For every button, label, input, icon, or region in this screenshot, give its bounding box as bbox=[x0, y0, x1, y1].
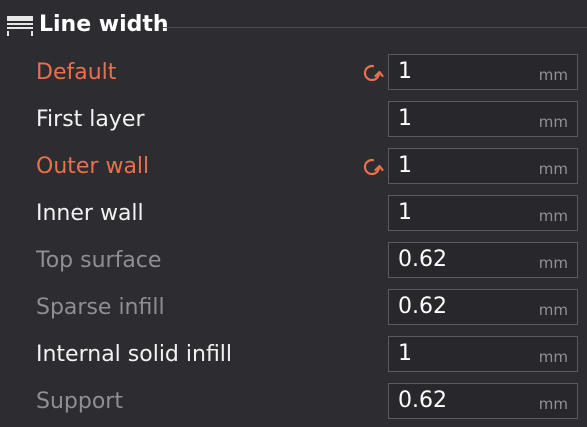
setting-row-default: Default 1 mm bbox=[0, 52, 587, 98]
setting-row-first-layer: First layer 1 mm bbox=[0, 99, 587, 145]
value-input[interactable]: 0.62 mm bbox=[388, 289, 578, 325]
value-text: 1 bbox=[398, 341, 412, 366]
unit-label: mm bbox=[538, 113, 568, 131]
value-text: 0.62 bbox=[398, 388, 447, 413]
unit-label: mm bbox=[538, 254, 568, 272]
setting-label: Internal solid infill bbox=[36, 342, 233, 367]
value-text: 0.62 bbox=[398, 294, 447, 319]
value-input[interactable]: 0.62 mm bbox=[388, 383, 578, 419]
setting-label: Sparse infill bbox=[36, 295, 165, 320]
setting-label: Inner wall bbox=[36, 201, 144, 226]
value-text: 1 bbox=[398, 106, 412, 131]
section-header: Line width bbox=[0, 0, 587, 50]
setting-label: Top surface bbox=[36, 248, 162, 273]
unit-label: mm bbox=[538, 66, 568, 84]
line-width-icon bbox=[7, 16, 33, 36]
section-title: Line width bbox=[39, 12, 169, 37]
value-input[interactable]: 1 mm bbox=[388, 101, 578, 137]
setting-row-outer-wall: Outer wall 1 mm bbox=[0, 146, 587, 192]
reset-icon[interactable] bbox=[360, 155, 384, 179]
setting-label: Outer wall bbox=[36, 154, 150, 179]
unit-label: mm bbox=[538, 207, 568, 225]
value-text: 1 bbox=[398, 200, 412, 225]
line-width-panel: Line width Default 1 mm First layer 1 mm… bbox=[0, 0, 587, 427]
value-text: 1 bbox=[398, 59, 412, 84]
unit-label: mm bbox=[538, 395, 568, 413]
setting-row-support: Support 0.62 mm bbox=[0, 381, 587, 427]
setting-row-internal-solid-infill: Internal solid infill 1 mm bbox=[0, 334, 587, 380]
setting-label: Support bbox=[36, 389, 123, 414]
reset-icon[interactable] bbox=[360, 61, 384, 85]
unit-label: mm bbox=[538, 301, 568, 319]
section-divider bbox=[162, 27, 587, 28]
setting-label: Default bbox=[36, 60, 117, 85]
setting-row-sparse-infill: Sparse infill 0.62 mm bbox=[0, 287, 587, 333]
unit-label: mm bbox=[538, 348, 568, 366]
setting-row-top-surface: Top surface 0.62 mm bbox=[0, 240, 587, 286]
value-input[interactable]: 1 mm bbox=[388, 195, 578, 231]
value-input[interactable]: 0.62 mm bbox=[388, 242, 578, 278]
value-text: 0.62 bbox=[398, 247, 447, 272]
value-input[interactable]: 1 mm bbox=[388, 336, 578, 372]
unit-label: mm bbox=[538, 160, 568, 178]
value-input[interactable]: 1 mm bbox=[388, 54, 578, 90]
value-input[interactable]: 1 mm bbox=[388, 148, 578, 184]
setting-label: First layer bbox=[36, 107, 145, 132]
setting-row-inner-wall: Inner wall 1 mm bbox=[0, 193, 587, 239]
value-text: 1 bbox=[398, 153, 412, 178]
